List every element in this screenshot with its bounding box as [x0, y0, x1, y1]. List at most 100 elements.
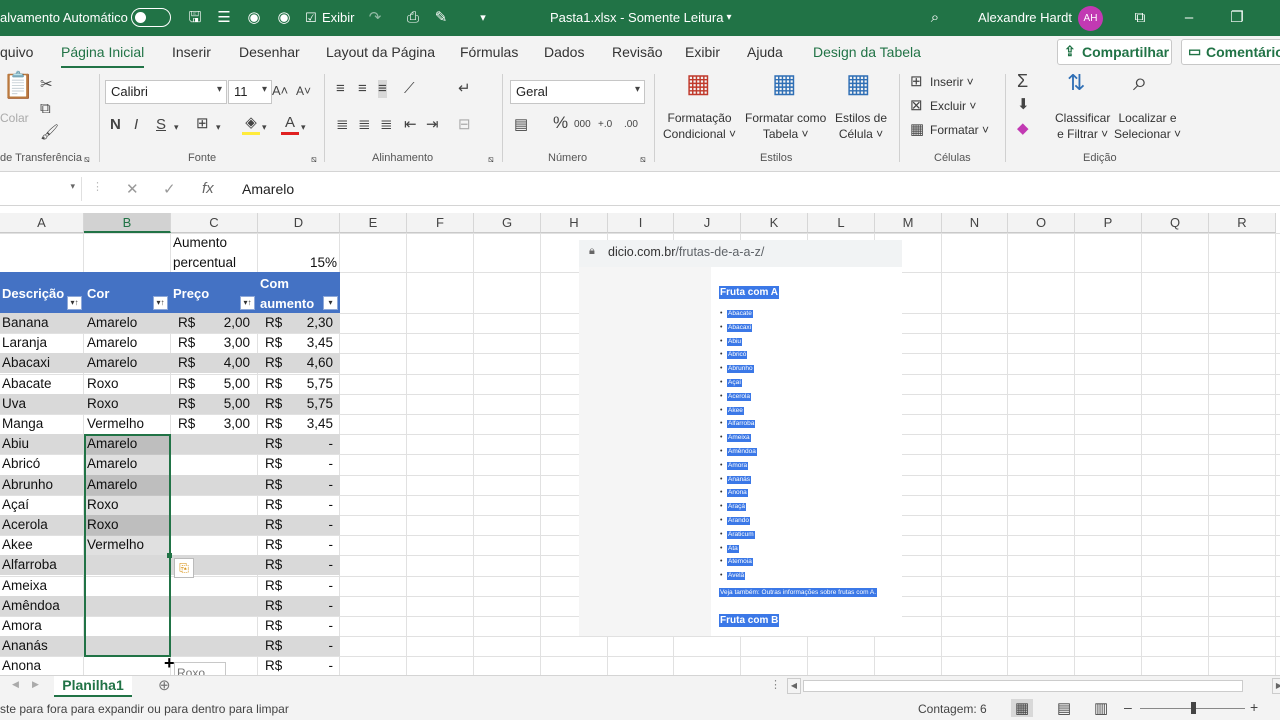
column-header[interactable]: G: [474, 213, 541, 233]
borders-icon[interactable]: ⊞: [196, 115, 209, 133]
cell-c1[interactable]: Aumento: [171, 233, 229, 253]
comments-button[interactable]: ▭ Comentário: [1181, 39, 1280, 65]
delete-cells-icon[interactable]: ⊠: [910, 97, 923, 115]
selection-range[interactable]: [84, 434, 171, 657]
cell-descricao[interactable]: Laranja: [0, 333, 84, 353]
tab-formulas[interactable]: Fórmulas: [460, 44, 518, 60]
cell-aumento[interactable]: -: [283, 576, 335, 596]
grow-font-icon[interactable]: A˄: [272, 82, 288, 100]
copy-icon[interactable]: ⧉: [40, 100, 51, 118]
cell-aumento[interactable]: 3,45: [283, 414, 335, 434]
cell-preco[interactable]: [196, 515, 252, 535]
cell-preco[interactable]: [196, 495, 252, 515]
header-descricao[interactable]: Descrição: [2, 286, 64, 301]
sort-filter-icon[interactable]: ⇅: [1067, 72, 1085, 94]
bold-button[interactable]: N: [110, 116, 121, 134]
fruit-list-item[interactable]: Amora: [727, 461, 749, 470]
cell-d1[interactable]: 15%: [258, 253, 339, 273]
fruit-list-item[interactable]: Abiu: [727, 337, 743, 346]
tab-review[interactable]: Revisão: [612, 44, 663, 60]
clear-icon[interactable]: ◆: [1017, 120, 1029, 138]
tab-insert[interactable]: Inserir: [172, 44, 211, 60]
column-header[interactable]: P: [1075, 213, 1142, 233]
column-header[interactable]: Q: [1142, 213, 1209, 233]
cell-descricao[interactable]: Acerola: [0, 515, 84, 535]
find-select-button[interactable]: Localizar e Selecionar ˅: [1114, 110, 1181, 142]
wrap-text-icon[interactable]: ↵: [458, 80, 471, 98]
percent-icon[interactable]: %: [553, 114, 568, 132]
fruit-list-item[interactable]: Açaí: [727, 379, 743, 387]
column-header[interactable]: C: [171, 213, 258, 233]
format-painter-icon[interactable]: 🖌: [40, 124, 59, 142]
cell-cor[interactable]: Roxo: [85, 374, 169, 394]
fruit-list-item[interactable]: Ata: [727, 544, 739, 553]
fruit-list-item[interactable]: Abacaxi: [727, 323, 753, 332]
cell-styles-icon[interactable]: ▦: [846, 70, 871, 96]
fruit-list-item[interactable]: Abrunho: [727, 365, 754, 374]
cell-aumento[interactable]: -: [283, 596, 335, 616]
sheet-tab-planilha1[interactable]: Planilha1: [54, 676, 132, 698]
prev-sheet-icon[interactable]: ◀: [12, 679, 19, 690]
filter-sort-icon[interactable]: ▾↑: [240, 296, 255, 310]
document-title[interactable]: Pasta1.xlsx - Somente Leitura: [550, 10, 723, 25]
cell-cor[interactable]: Vermelho: [85, 414, 169, 434]
scroll-left-icon[interactable]: ◀: [787, 678, 801, 694]
filter-sort-icon[interactable]: ▾↑: [67, 296, 82, 310]
cell-descricao[interactable]: Abacaxi: [0, 353, 84, 373]
header-aumento[interactable]: aumento: [260, 296, 314, 311]
fill-handle[interactable]: [167, 553, 172, 558]
fruit-list-item[interactable]: Abricó: [727, 351, 748, 360]
draw-icon[interactable]: ✎: [432, 9, 450, 27]
tab-home[interactable]: Página Inicial: [61, 44, 145, 69]
cancel-icon[interactable]: ✕: [126, 180, 139, 198]
insert-cells-icon[interactable]: ⊞: [910, 73, 923, 91]
tab-help[interactable]: Ajuda: [747, 44, 783, 60]
decrease-indent-icon[interactable]: ⇤: [404, 116, 417, 134]
avatar[interactable]: AH: [1078, 6, 1103, 31]
cell-descricao[interactable]: Anona: [0, 656, 84, 675]
cell-descricao[interactable]: Akee: [0, 535, 84, 555]
align-left-icon[interactable]: ≣: [336, 116, 349, 134]
cell-descricao[interactable]: Abrunho: [0, 475, 84, 495]
cell-preco[interactable]: 4,00: [196, 353, 252, 373]
cell-aumento[interactable]: -: [283, 555, 335, 575]
column-header[interactable]: F: [407, 213, 474, 233]
column-header[interactable]: I: [608, 213, 674, 233]
fruit-list-item[interactable]: Araçá: [727, 503, 746, 512]
view-label[interactable]: Exibir: [322, 10, 355, 25]
font-name-select[interactable]: Calibri ▾: [105, 80, 227, 104]
column-header[interactable]: E: [340, 213, 407, 233]
fruit-list-item[interactable]: Akee: [727, 406, 744, 415]
form-icon[interactable]: ☰: [215, 9, 233, 27]
normal-view-icon[interactable]: ▦: [1011, 699, 1034, 717]
add-sheet-icon[interactable]: ⊕: [158, 676, 171, 694]
format-cells-button[interactable]: Formatar ˅: [930, 122, 989, 138]
fruit-list-item[interactable]: Alfarroba: [727, 420, 756, 429]
title-chevron-icon[interactable]: ▾: [720, 9, 738, 27]
cell-preco[interactable]: 5,00: [196, 374, 252, 394]
cell-preco[interactable]: [196, 616, 252, 636]
circle-icon[interactable]: ◉: [245, 9, 263, 27]
cell-aumento[interactable]: -: [283, 495, 335, 515]
fruit-list-item[interactable]: Ananás: [727, 475, 752, 484]
cell-aumento[interactable]: 5,75: [283, 374, 335, 394]
ribbon-display-icon[interactable]: ⧉: [1131, 9, 1149, 27]
number-format-select[interactable]: Geral ▾: [510, 80, 645, 104]
insert-cells-button[interactable]: Inserir ˅: [930, 74, 974, 90]
quick-analysis-icon[interactable]: ⎘: [174, 558, 194, 578]
save-icon[interactable]: 🖫: [186, 9, 204, 27]
see-also-link[interactable]: Veja também: Outras informações sobre fr…: [719, 588, 878, 597]
cell-preco[interactable]: [196, 596, 252, 616]
fruit-list-item[interactable]: Araticum: [727, 530, 755, 539]
cell-preco[interactable]: [196, 576, 252, 596]
scroll-right-icon[interactable]: ▶: [1272, 678, 1280, 694]
increase-indent-icon[interactable]: ⇥: [426, 116, 439, 134]
cell-descricao[interactable]: Alfarroba: [0, 555, 84, 575]
cell-styles-button[interactable]: Estilos de Célula ˅: [835, 110, 887, 142]
currency-icon[interactable]: ▤: [514, 116, 528, 134]
column-header[interactable]: L: [808, 213, 875, 233]
cell-descricao[interactable]: Amora: [0, 616, 84, 636]
cell-preco[interactable]: 3,00: [196, 414, 252, 434]
column-header[interactable]: B: [84, 213, 171, 233]
fruit-list-item[interactable]: Amêndoa: [727, 448, 757, 456]
